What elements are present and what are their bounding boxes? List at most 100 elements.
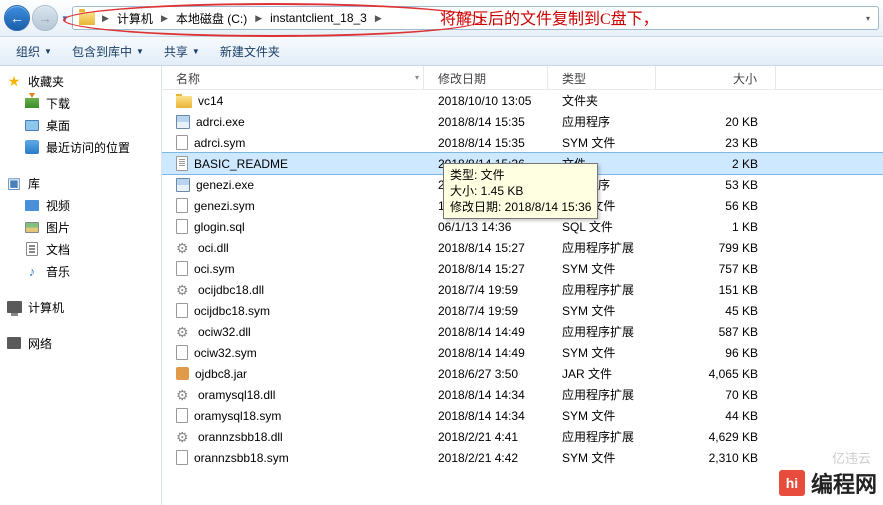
file-size: 53 KB: [656, 178, 776, 192]
file-date: 2018/8/14 14:34: [424, 388, 548, 402]
file-row[interactable]: glogin.sql06/1/13 14:36SQL 文件1 KB: [162, 216, 883, 237]
file-name: oci.dll: [198, 241, 229, 255]
column-headers: 名称▾ 修改日期 类型 大小: [162, 66, 883, 90]
file-type: SQL 文件: [548, 218, 656, 235]
address-dropdown[interactable]: ▾: [860, 14, 876, 23]
sidebar-libraries-header[interactable]: ▣库: [0, 172, 161, 194]
file-row[interactable]: vc142018/10/10 13:05文件夹: [162, 90, 883, 111]
chevron-right-icon[interactable]: ▶: [372, 13, 385, 24]
file-date: 2018/8/14 15:35: [424, 136, 548, 150]
file-type: 应用程序扩展: [548, 323, 656, 340]
file-date: 06/1/13 14:36: [424, 220, 548, 234]
file-row[interactable]: ocijdbc18.dll2018/7/4 19:59应用程序扩展151 KB: [162, 279, 883, 300]
breadcrumb-segment[interactable]: instantclient_18_3: [265, 7, 372, 29]
sidebar-favorites-header[interactable]: ★收藏夹: [0, 70, 161, 92]
forward-button[interactable]: →: [32, 5, 58, 31]
sidebar-item-computer[interactable]: 计算机: [0, 296, 161, 318]
file-type: JAR 文件: [548, 365, 656, 382]
dll-icon: [176, 324, 192, 340]
file-date: 2018/2/21 4:42: [424, 451, 548, 465]
file-name: BASIC_README: [194, 157, 288, 171]
sidebar-item-network[interactable]: 网络: [0, 332, 161, 354]
file-row[interactable]: adrci.exe2018/8/14 15:35应用程序20 KB: [162, 111, 883, 132]
sidebar-item-documents[interactable]: 文档: [0, 238, 161, 260]
col-date[interactable]: 修改日期: [424, 66, 548, 89]
file-size: 70 KB: [656, 388, 776, 402]
file-name: oci.sym: [194, 262, 235, 276]
file-row[interactable]: adrci.sym 2018/8/14 15:35SYM 文件23 KB: [162, 132, 883, 153]
file-name-cell: oramysql18.dll: [162, 387, 424, 403]
sidebar-item-downloads[interactable]: 下载: [0, 92, 161, 114]
sidebar-computer-group: 计算机: [0, 296, 161, 318]
breadcrumb-segment[interactable]: 本地磁盘 (C:): [171, 7, 252, 29]
tooltip-date: 修改日期: 2018/8/14 15:36: [450, 199, 591, 215]
sidebar-item-music[interactable]: ♪音乐: [0, 260, 161, 282]
sidebar-item-videos[interactable]: 视频: [0, 194, 161, 216]
documents-icon: [24, 241, 40, 257]
file-row[interactable]: oramysql18.dll2018/8/14 14:34应用程序扩展70 KB: [162, 384, 883, 405]
watermark: hi 编程网: [779, 467, 877, 499]
back-button[interactable]: ←: [4, 5, 30, 31]
file-name-cell: oramysql18.sym: [162, 408, 424, 423]
folder-icon: [79, 12, 95, 25]
file-row[interactable]: ocijdbc18.sym2018/7/4 19:59SYM 文件45 KB: [162, 300, 883, 321]
file-type: SYM 文件: [548, 260, 656, 277]
desktop-icon: [24, 117, 40, 133]
sidebar-item-desktop[interactable]: 桌面: [0, 114, 161, 136]
file-row[interactable]: oramysql18.sym2018/8/14 14:34SYM 文件44 KB: [162, 405, 883, 426]
file-date: 2018/10/10 13:05: [424, 94, 548, 108]
organize-label: 组织: [16, 43, 40, 60]
chevron-right-icon[interactable]: ▶: [252, 13, 265, 24]
file-size: 151 KB: [656, 283, 776, 297]
sidebar-label: 桌面: [46, 117, 70, 134]
file-size: 96 KB: [656, 346, 776, 360]
include-label: 包含到库中: [72, 43, 132, 60]
file-row[interactable]: orannzsbb18.sym2018/2/21 4:42SYM 文件2,310…: [162, 447, 883, 468]
sidebar-item-pictures[interactable]: 图片: [0, 216, 161, 238]
file-name: oramysql18.sym: [194, 409, 281, 423]
sidebar-label: 文档: [46, 241, 70, 258]
dll-icon: [176, 282, 192, 298]
file-size: 4,065 KB: [656, 367, 776, 381]
file-type: SYM 文件: [548, 134, 656, 151]
file-type: SYM 文件: [548, 449, 656, 466]
file-size: 44 KB: [656, 409, 776, 423]
file-name: oramysql18.dll: [198, 388, 275, 402]
new-folder-button[interactable]: 新建文件夹: [212, 40, 288, 63]
col-size[interactable]: 大小: [656, 66, 776, 89]
breadcrumb-segment[interactable]: 计算机: [112, 7, 158, 29]
include-in-library-button[interactable]: 包含到库中▼: [64, 40, 152, 63]
file-size: 2 KB: [656, 157, 776, 171]
file-name: ociw32.dll: [198, 325, 251, 339]
chevron-right-icon[interactable]: ▶: [158, 13, 171, 24]
file-type: SYM 文件: [548, 407, 656, 424]
tooltip-size: 大小: 1.45 KB: [450, 183, 591, 199]
file-name: adrci.sym: [194, 136, 245, 150]
file-size: 1 KB: [656, 220, 776, 234]
file-row[interactable]: ociw32.dll2018/8/14 14:49应用程序扩展587 KB: [162, 321, 883, 342]
video-icon: [24, 197, 40, 213]
tooltip-type: 类型: 文件: [450, 167, 591, 183]
downloads-icon: [24, 95, 40, 111]
file-row[interactable]: ojdbc8.jar2018/6/27 3:50JAR 文件4,065 KB: [162, 363, 883, 384]
file-date: 2018/6/27 3:50: [424, 367, 548, 381]
organize-button[interactable]: 组织▼: [8, 40, 60, 63]
sidebar-item-recent[interactable]: 最近访问的位置: [0, 136, 161, 158]
col-name[interactable]: 名称▾: [162, 66, 424, 89]
file-name-cell: vc14: [162, 94, 424, 108]
sym-icon: [176, 450, 188, 465]
file-name-cell: ocijdbc18.dll: [162, 282, 424, 298]
sym-icon: [176, 261, 188, 276]
share-button[interactable]: 共享▼: [156, 40, 208, 63]
file-row[interactable]: oci.dll2018/8/14 15:27应用程序扩展799 KB: [162, 237, 883, 258]
watermark-logo: hi: [779, 470, 805, 496]
file-row[interactable]: ociw32.sym2018/8/14 14:49SYM 文件96 KB: [162, 342, 883, 363]
library-icon: ▣: [6, 175, 22, 191]
jar-icon: [176, 367, 189, 380]
col-type[interactable]: 类型: [548, 66, 656, 89]
nav-history-dropdown[interactable]: ▼: [60, 5, 70, 31]
file-row[interactable]: orannzsbb18.dll2018/2/21 4:41应用程序扩展4,629…: [162, 426, 883, 447]
file-name: ocijdbc18.dll: [198, 283, 264, 297]
file-row[interactable]: oci.sym2018/8/14 15:27SYM 文件757 KB: [162, 258, 883, 279]
file-size: 23 KB: [656, 136, 776, 150]
